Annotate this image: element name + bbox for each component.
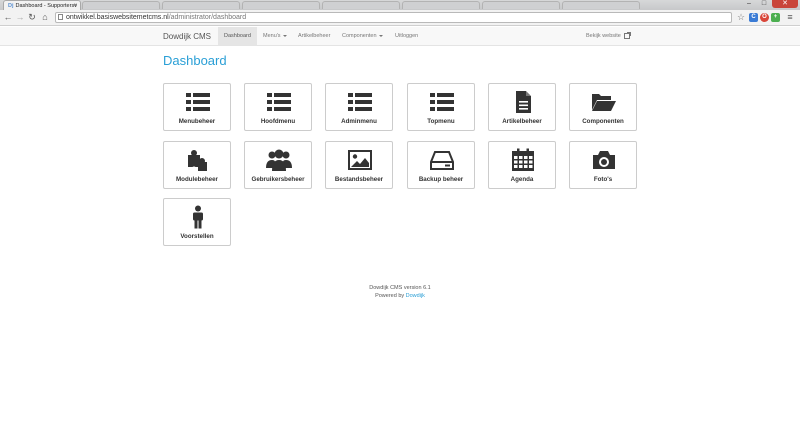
star-icon[interactable]: ☆	[736, 12, 746, 23]
extension-icon[interactable]: +	[771, 13, 780, 22]
footer: Dowdijk CMS version 6.1 Powered by Dowdi…	[0, 284, 800, 300]
tile-label: Artikelbeheer	[502, 118, 542, 125]
tile-backup-beheer[interactable]: Backup beheer	[407, 141, 475, 189]
page-title: Dashboard	[163, 53, 227, 68]
tile-topmenu[interactable]: Topmenu	[407, 83, 475, 131]
nav-uitloggen[interactable]: Uitloggen	[389, 27, 424, 45]
external-link-icon	[623, 31, 631, 39]
browser-tab[interactable]	[322, 1, 400, 9]
extension-icon[interactable]: C	[749, 13, 758, 22]
nav-artikelbeheer[interactable]: Artikelbeheer	[292, 27, 336, 45]
tile-menubeheer[interactable]: Menubeheer	[163, 83, 231, 131]
reload-icon[interactable]: ↻	[27, 12, 37, 23]
brand[interactable]: Dowdijk CMS	[163, 27, 211, 46]
home-icon[interactable]: ⌂	[40, 12, 50, 23]
browser-toolbar: ← → ↻ ⌂ ontwikkel.basiswebsitemetcms.nl/…	[0, 10, 800, 26]
footer-powered: Powered by Dowdijk	[0, 292, 800, 300]
maximize-icon[interactable]: □	[757, 0, 771, 8]
folder-open-icon	[592, 94, 616, 111]
back-icon[interactable]: ←	[3, 12, 13, 23]
site-navbar: Dowdijk CMS Dashboard Menu's Artikelbehe…	[0, 27, 800, 46]
address-path: /administrator/dashboard	[168, 14, 247, 21]
minimize-icon[interactable]: –	[742, 0, 756, 8]
tile-label: Adminmenu	[341, 118, 377, 125]
camera-icon	[593, 151, 615, 169]
tile-label: Menubeheer	[178, 118, 216, 125]
tab-close-icon[interactable]: ×	[73, 1, 77, 10]
browser-tab[interactable]	[402, 1, 480, 9]
footer-powered-label: Powered by	[375, 293, 405, 299]
list-icon	[430, 93, 454, 111]
menu-icon[interactable]: ≡	[785, 12, 795, 23]
caret-down-icon	[378, 34, 383, 37]
window-close-icon[interactable]: ✕	[772, 0, 798, 8]
browser-tab-strip: Dj Dashboard - Supportersv × – □ ✕	[0, 0, 800, 10]
footer-powered-link[interactable]: Dowdijk	[406, 293, 425, 299]
tile-fotos[interactable]: Foto's	[569, 141, 637, 189]
calendar-icon	[512, 148, 534, 171]
tile-voorstellen[interactable]: Voorstellen	[163, 198, 231, 246]
browser-tab[interactable]	[562, 1, 640, 9]
tile-label: Topmenu	[427, 118, 455, 125]
tile-componenten[interactable]: Componenten	[569, 83, 637, 131]
nav-dashboard[interactable]: Dashboard	[218, 27, 257, 45]
nav-label: Bekijk website	[586, 33, 621, 39]
tile-label: Voorstellen	[180, 233, 214, 240]
extension-icon[interactable]: O	[760, 13, 769, 22]
browser-tab-active[interactable]: Dj Dashboard - Supportersv ×	[3, 0, 81, 10]
address-bar[interactable]: ontwikkel.basiswebsitemetcms.nl/administ…	[55, 12, 732, 23]
male-icon	[193, 205, 203, 229]
tab-title: Dashboard - Supportersv	[15, 3, 77, 9]
tile-label: Componenten	[582, 118, 624, 125]
tile-label: Bestandsbeheer	[334, 176, 384, 183]
browser-tab[interactable]	[82, 1, 160, 9]
tile-label: Modulebeheer	[176, 176, 218, 183]
tile-adminmenu[interactable]: Adminmenu	[325, 83, 393, 131]
nav-label: Dashboard	[224, 33, 251, 39]
list-icon	[267, 93, 291, 111]
tile-label: Backup beheer	[418, 176, 464, 183]
tile-agenda[interactable]: Agenda	[488, 141, 556, 189]
nav-menus[interactable]: Menu's	[257, 27, 293, 45]
hdd-icon	[430, 151, 454, 170]
puzzle-icon	[188, 150, 207, 172]
forward-icon[interactable]: →	[15, 12, 25, 23]
caret-down-icon	[282, 34, 287, 37]
tile-bestandsbeheer[interactable]: Bestandsbeheer	[325, 141, 393, 189]
list-icon	[348, 93, 372, 111]
nav-bekijk-website[interactable]: Bekijk website	[580, 27, 636, 45]
nav-label: Artikelbeheer	[298, 33, 331, 39]
browser-tab[interactable]	[242, 1, 320, 9]
nav-label: Uitloggen	[395, 33, 419, 39]
tile-label: Agenda	[510, 176, 534, 183]
tab-favicon: Dj	[8, 3, 14, 9]
file-text-icon	[516, 91, 531, 113]
tile-modulebeheer[interactable]: Modulebeheer	[163, 141, 231, 189]
tile-hoofdmenu[interactable]: Hoofdmenu	[244, 83, 312, 131]
browser-tab[interactable]	[162, 1, 240, 9]
picture-icon	[348, 150, 372, 170]
users-icon	[266, 149, 292, 171]
browser-tab[interactable]	[482, 1, 560, 9]
tile-artikelbeheer[interactable]: Artikelbeheer	[488, 83, 556, 131]
footer-version: Dowdijk CMS version 6.1	[369, 285, 431, 291]
address-host: ontwikkel.basiswebsitemetcms.nl	[66, 14, 169, 21]
tile-label: Gebruikersbeheer	[251, 176, 305, 183]
list-icon	[186, 93, 210, 111]
nav-label: Menu's	[263, 33, 281, 39]
page-icon	[58, 14, 63, 20]
nav-label: Componenten	[342, 33, 377, 39]
tile-label: Hoofdmenu	[260, 118, 296, 125]
tile-label: Foto's	[593, 176, 613, 183]
nav-componenten[interactable]: Componenten	[336, 27, 389, 45]
tile-gebruikersbeheer[interactable]: Gebruikersbeheer	[244, 141, 312, 189]
